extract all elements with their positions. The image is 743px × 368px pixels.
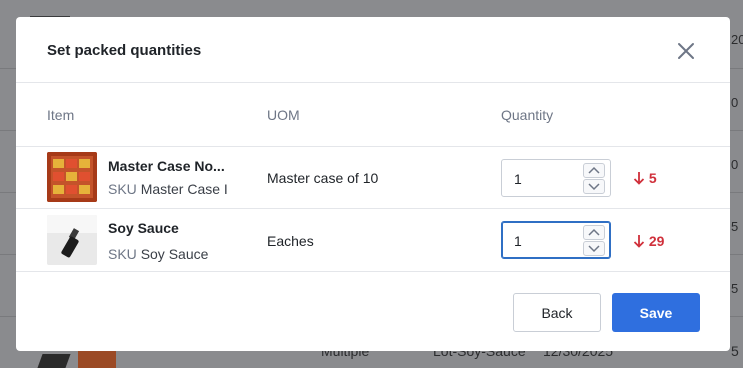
decrement-button[interactable] (583, 179, 605, 194)
item-uom: Master case of 10 (267, 170, 379, 186)
increment-button[interactable] (583, 163, 605, 178)
background-right-value: 0 (731, 95, 739, 110)
item-thumbnail-soy-sauce (47, 215, 97, 265)
save-button[interactable]: Save (612, 293, 700, 332)
remaining-delta: 29 (633, 233, 664, 249)
remaining-delta: 5 (633, 170, 657, 186)
row-divider (16, 208, 730, 209)
background-row-right-value: 5 (731, 343, 739, 359)
row-divider (16, 146, 730, 147)
sku-label: SKU (108, 181, 137, 197)
remaining-delta-value: 29 (648, 233, 665, 249)
increment-button[interactable] (583, 225, 605, 240)
background-row-thumbnail (37, 348, 120, 368)
quantity-stepper[interactable]: 1 (501, 159, 611, 197)
column-header-quantity: Quantity (501, 107, 554, 123)
sku-label: SKU (108, 246, 137, 262)
chevron-down-icon (588, 183, 600, 191)
sku-value: Master Case I (140, 181, 228, 197)
item-name: Master Case No... (108, 158, 225, 174)
sku-value: Soy Sauce (140, 246, 209, 262)
close-icon (678, 43, 694, 59)
back-button[interactable]: Back (513, 293, 601, 332)
close-button[interactable] (674, 39, 698, 63)
remaining-delta-value: 5 (648, 170, 657, 186)
column-header-item: Item (47, 107, 75, 123)
item-thumbnail-master-case (47, 152, 97, 202)
decrement-button[interactable] (583, 241, 605, 256)
arrow-down-icon (633, 235, 645, 248)
column-header-uom: UOM (267, 107, 300, 123)
item-name: Soy Sauce (108, 220, 179, 236)
set-packed-quantities-dialog: Set packed quantities Item UOM Quantity … (16, 17, 730, 351)
dialog-title: Set packed quantities (47, 42, 202, 59)
item-sku: SKU Master Case I (108, 181, 232, 197)
background-right-value: 5 (731, 281, 739, 296)
background-right-value: 0 (731, 157, 739, 172)
background-right-value: 5 (731, 219, 739, 234)
item-sku: SKU Soy Sauce (108, 246, 232, 262)
quantity-input[interactable]: 1 (514, 233, 522, 249)
dialog-footer-divider (16, 271, 730, 272)
chevron-down-icon (588, 245, 600, 253)
chevron-up-icon (588, 228, 600, 236)
chevron-up-icon (588, 166, 600, 174)
background-right-value: 20 (731, 32, 743, 47)
quantity-input[interactable]: 1 (514, 171, 522, 187)
arrow-down-icon (633, 172, 645, 185)
dialog-header: Set packed quantities (16, 17, 730, 83)
quantity-stepper[interactable]: 1 (501, 221, 611, 259)
item-uom: Eaches (267, 233, 314, 249)
